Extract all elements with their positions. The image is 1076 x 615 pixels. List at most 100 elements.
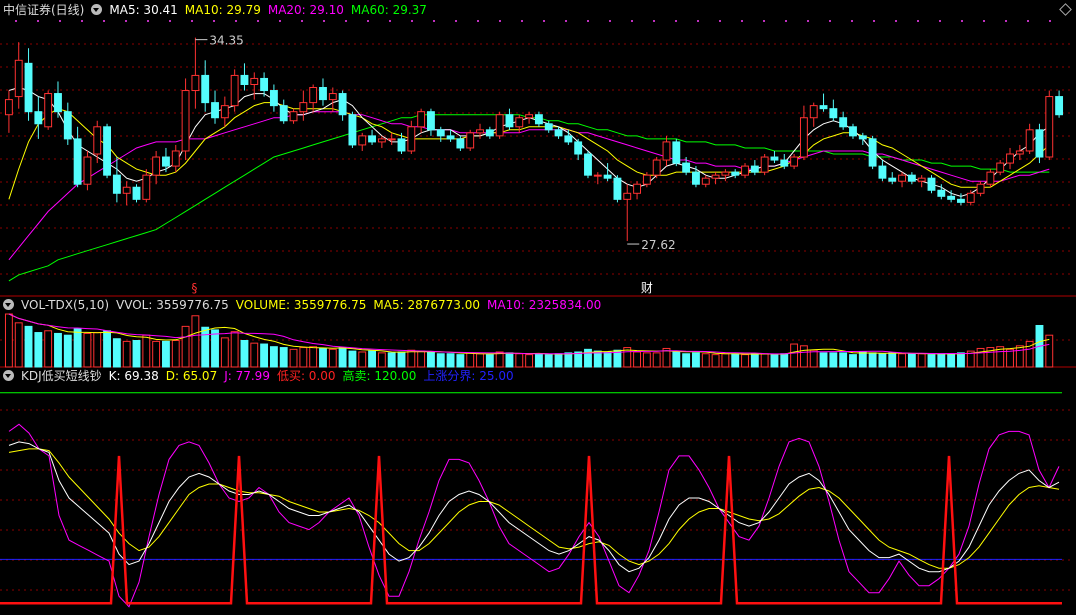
candle-body [682, 162, 691, 173]
volume-bar [888, 352, 897, 368]
candle-body [338, 93, 347, 116]
volume-bar [701, 353, 710, 368]
marker-dot [1027, 20, 1029, 22]
volume-bar [319, 347, 327, 368]
volume-bar [397, 351, 406, 368]
marker-dot [873, 20, 875, 22]
candle-body [868, 138, 877, 167]
volume-bar [633, 351, 641, 368]
volume-bar [652, 352, 661, 368]
candle-body [319, 87, 327, 101]
candle-body [83, 156, 92, 185]
volume-bar [358, 351, 367, 368]
volume-bar [790, 343, 799, 368]
marker-dot [499, 20, 501, 22]
candle-body [397, 138, 406, 152]
candle-body [505, 114, 514, 128]
candle-body [623, 192, 632, 200]
volume-bar [309, 346, 318, 368]
marker-dot [301, 20, 303, 22]
volume-bar [672, 350, 681, 368]
candle-body [662, 141, 671, 161]
marker-dot [389, 20, 391, 22]
volume-bar [476, 353, 484, 368]
volume-bar [24, 325, 33, 368]
volume-bar [485, 354, 494, 368]
volume-bar [132, 340, 141, 368]
marker-dot [939, 20, 941, 22]
marker-dot [741, 20, 743, 22]
candle-body [711, 174, 720, 179]
volume-bar [809, 349, 818, 368]
volume-bar [564, 352, 573, 368]
candle-body [456, 138, 465, 149]
candle-body [152, 156, 161, 176]
volume-bar [112, 338, 121, 368]
candle-body [309, 87, 318, 104]
volume-bar [122, 340, 131, 368]
candle-body [230, 74, 239, 107]
volume-bar [456, 354, 465, 368]
candle-body [652, 159, 661, 176]
candle-body [515, 117, 524, 128]
volume-bar [593, 350, 602, 368]
candle-body [790, 156, 799, 167]
volume-bar [868, 352, 877, 368]
marker-dot [851, 20, 853, 22]
candle-body [574, 141, 583, 155]
volume-bar [957, 352, 965, 368]
marker-dot [719, 20, 721, 22]
candle-body [907, 174, 916, 182]
marker-dot [829, 20, 831, 22]
ma60-line [8, 114, 1050, 282]
candle-body [642, 174, 651, 185]
volume-bar [750, 353, 759, 368]
marker-dot [147, 20, 149, 22]
volume-bar [250, 342, 259, 368]
volume-bar [446, 353, 455, 368]
volume-bar [839, 352, 848, 368]
stock-chart[interactable]: 34.35 27.62 § 财 [0, 0, 1076, 615]
candle-body [73, 138, 82, 185]
marker-dot [367, 20, 369, 22]
candle-body [966, 192, 975, 203]
candle-body [269, 90, 278, 107]
volume-bar [162, 340, 170, 368]
candle-body [260, 77, 269, 92]
candle-body [191, 74, 200, 92]
volume-bar [299, 347, 308, 368]
candle-body [829, 108, 838, 119]
candle-body [485, 129, 494, 137]
candle-body [731, 171, 740, 176]
volume-bar [73, 328, 82, 368]
marker-dot [125, 20, 127, 22]
candle-body [780, 159, 789, 167]
volume-bar [1006, 348, 1014, 368]
marker-dot [323, 20, 325, 22]
volume-bar [142, 334, 151, 368]
candle-body [54, 93, 62, 113]
marker-dot [983, 20, 985, 22]
candle-body [799, 117, 808, 158]
candle-body [633, 183, 641, 194]
volume-bar [260, 343, 269, 368]
volume-bar [377, 352, 386, 368]
marker-dot [191, 20, 193, 22]
candle-body [377, 138, 386, 143]
volume-bar [603, 351, 612, 368]
marker-dot [521, 20, 523, 22]
candle-body [181, 90, 190, 152]
candle-body [417, 111, 426, 128]
candle-body [878, 165, 887, 179]
k-line [8, 441, 1060, 573]
candle-body [387, 138, 396, 141]
candle-body [1035, 129, 1044, 158]
candle-body [112, 174, 121, 194]
candle-body [957, 198, 965, 203]
marker-dot [257, 20, 259, 22]
candle-body [554, 129, 563, 137]
candle-body [839, 117, 848, 128]
volume-bar [495, 351, 504, 368]
volume-bar [171, 340, 180, 368]
candle-body [525, 114, 534, 119]
